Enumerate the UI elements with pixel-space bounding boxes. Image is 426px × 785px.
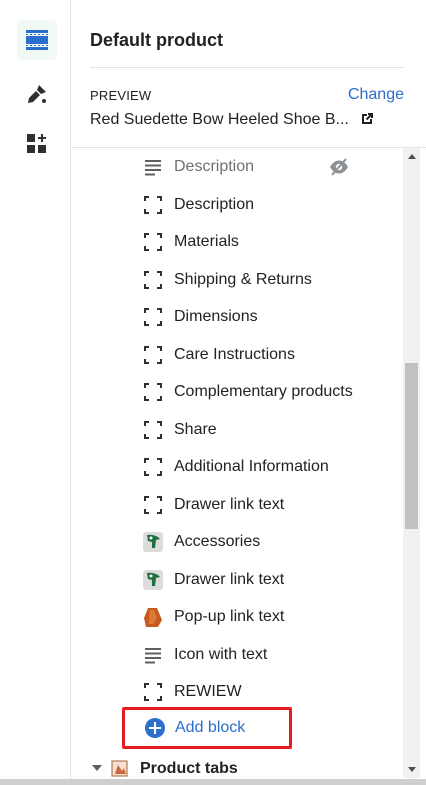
left-rail bbox=[0, 0, 71, 785]
block-label: Share bbox=[174, 420, 217, 438]
product-image-green-icon bbox=[142, 531, 164, 553]
block-label: Accessories bbox=[174, 533, 261, 550]
block-row[interactable]: Description bbox=[72, 187, 402, 223]
section-label: Product tabs bbox=[140, 760, 238, 777]
sections-button[interactable] bbox=[17, 20, 57, 60]
plus-circle-icon bbox=[145, 718, 165, 738]
block-placeholder-icon bbox=[142, 419, 164, 441]
block-label: REWIEW bbox=[174, 683, 242, 700]
block-row[interactable]: REWIEW bbox=[72, 674, 402, 710]
preview-product-name: Red Suedette Bow Heeled Shoe B... bbox=[90, 111, 349, 128]
app-embeds-button[interactable] bbox=[17, 124, 57, 164]
block-label: Care Instructions bbox=[174, 345, 295, 363]
text-lines-icon bbox=[142, 156, 164, 178]
block-label: Materials bbox=[174, 233, 239, 250]
add-block-label: Add block bbox=[175, 719, 246, 736]
block-placeholder-icon bbox=[142, 494, 164, 516]
block-label: Description bbox=[174, 158, 255, 175]
block-row[interactable]: Accessories bbox=[72, 524, 402, 560]
scrollbar[interactable] bbox=[403, 148, 420, 778]
section-image-icon bbox=[111, 760, 128, 777]
panel-title: Default product bbox=[90, 30, 223, 50]
external-link-icon[interactable] bbox=[359, 111, 375, 127]
scroll-up-arrow-icon[interactable] bbox=[403, 148, 420, 165]
block-label: Drawer link text bbox=[174, 495, 285, 513]
block-row[interactable]: Drawer link text bbox=[72, 487, 402, 523]
block-label: Description bbox=[174, 195, 255, 213]
block-row[interactable]: Additional Information bbox=[72, 449, 402, 485]
block-row[interactable]: Share bbox=[72, 412, 402, 448]
block-label: Pop-up link text bbox=[174, 608, 285, 625]
block-placeholder-icon bbox=[142, 306, 164, 328]
brush-icon bbox=[28, 85, 46, 103]
editor-panel: Default product PREVIEW Change Red Suede… bbox=[72, 0, 426, 785]
block-placeholder-icon bbox=[142, 269, 164, 291]
add-apps-icon bbox=[27, 134, 46, 153]
block-row[interactable]: Drawer link text bbox=[72, 562, 402, 598]
block-row[interactable]: Pop-up link text bbox=[72, 599, 402, 635]
block-label: Shipping & Returns bbox=[174, 270, 312, 288]
scroll-down-arrow-icon[interactable] bbox=[403, 761, 420, 778]
block-row[interactable]: Shipping & Returns bbox=[72, 262, 402, 298]
change-link[interactable]: Change bbox=[348, 86, 404, 104]
text-lines-icon bbox=[142, 644, 164, 666]
block-label: Icon with text bbox=[174, 645, 268, 663]
block-label: Drawer link text bbox=[174, 570, 285, 588]
product-image-green-icon bbox=[142, 569, 164, 591]
block-row[interactable]: Care Instructions bbox=[72, 337, 402, 373]
block-row[interactable]: Icon with text bbox=[72, 637, 402, 673]
block-label: Dimensions bbox=[174, 308, 258, 325]
preview-label: PREVIEW bbox=[90, 88, 152, 103]
block-label: Additional Information bbox=[174, 458, 329, 475]
eye-off-icon[interactable] bbox=[328, 156, 350, 178]
block-row[interactable]: Dimensions bbox=[72, 299, 402, 335]
block-placeholder-icon bbox=[142, 231, 164, 253]
sections-icon bbox=[26, 30, 48, 50]
block-placeholder-icon bbox=[142, 456, 164, 478]
theme-settings-button[interactable] bbox=[17, 74, 57, 114]
block-placeholder-icon bbox=[142, 194, 164, 216]
scrollbar-thumb[interactable] bbox=[405, 363, 418, 529]
divider bbox=[90, 67, 404, 68]
block-label: Complementary products bbox=[174, 383, 353, 400]
block-row[interactable]: Complementary products bbox=[72, 374, 402, 410]
block-placeholder-icon bbox=[142, 681, 164, 703]
product-image-orange-icon bbox=[142, 606, 164, 628]
block-placeholder-icon bbox=[142, 344, 164, 366]
window-bottom-edge bbox=[0, 779, 426, 785]
block-list: Description Description Materials Shipping … bbox=[72, 148, 402, 778]
block-row[interactable]: Materials bbox=[72, 224, 402, 260]
block-placeholder-icon bbox=[142, 381, 164, 403]
caret-down-icon[interactable] bbox=[92, 765, 102, 771]
add-block-button[interactable]: Add block bbox=[122, 707, 292, 749]
block-row[interactable]: Description bbox=[72, 149, 402, 185]
